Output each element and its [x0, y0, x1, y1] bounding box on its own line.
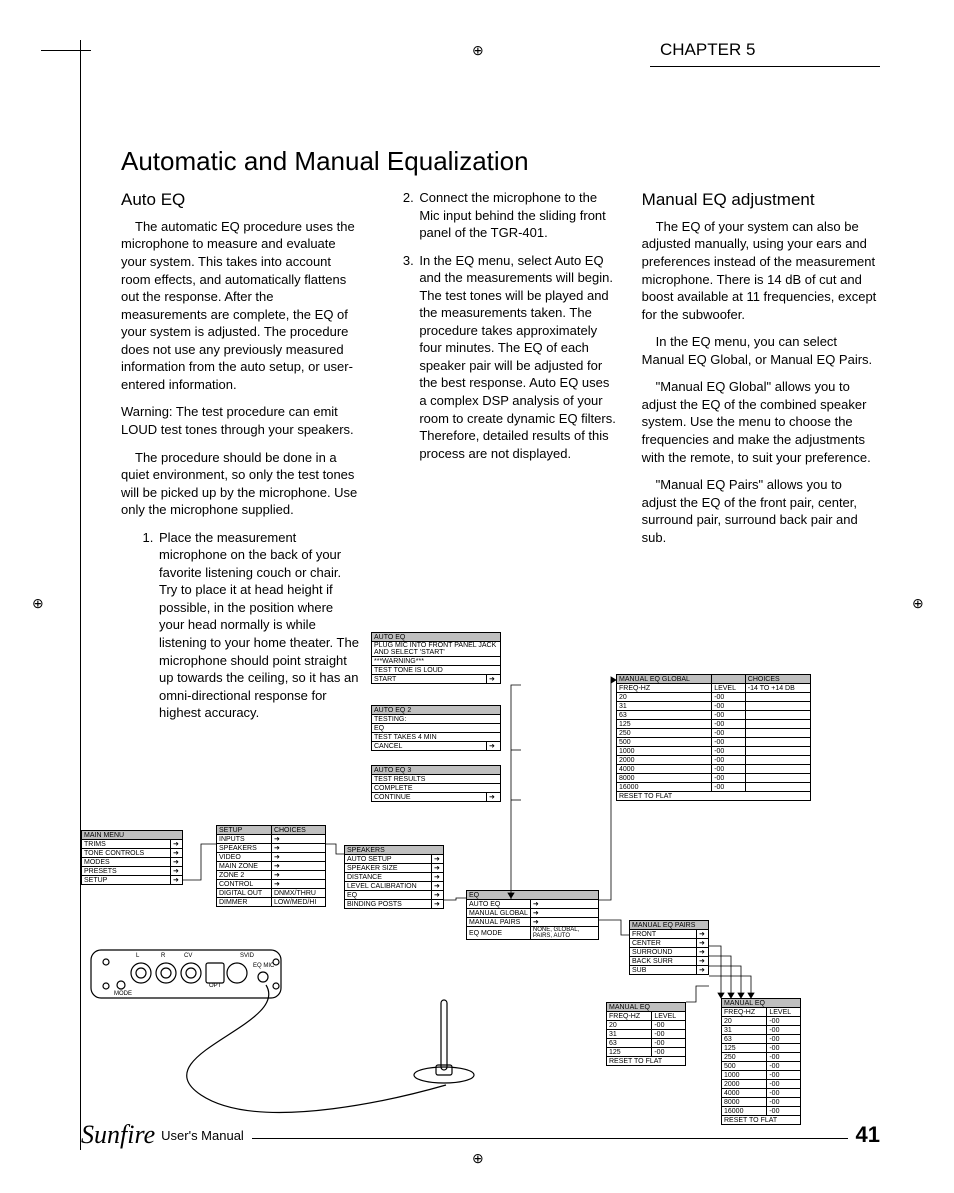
body-text: In the EQ menu, you can select Manual EQ… — [642, 333, 880, 368]
section-heading-manual-eq: Manual EQ adjustment — [642, 189, 880, 212]
menu-main: MAIN MENU TRIMS TONE CONTROLS MODES PRES… — [81, 830, 183, 885]
section-heading-auto-eq: Auto EQ — [121, 189, 359, 212]
body-text: "Manual EQ Global" allows you to adjust … — [642, 378, 880, 466]
svg-text:CV: CV — [184, 953, 192, 959]
menu-auto-eq-1: AUTO EQ PLUG MIC INTO FRONT PANEL JACK A… — [371, 632, 501, 684]
svg-text:L: L — [136, 953, 140, 959]
footer-label: User's Manual — [161, 1128, 244, 1143]
svg-text:SVID: SVID — [240, 953, 255, 959]
body-text: The EQ of your system can also be adjust… — [642, 218, 880, 323]
menu-setup: SETUPCHOICES INPUTS SPEAKERS VIDEO MAIN … — [216, 825, 326, 907]
menu-manual-eq-sub: MANUAL EQ FREQ-HZLEVEL 20-00 31-00 63-00… — [606, 1002, 686, 1066]
page-title: Automatic and Manual Equalization — [121, 146, 880, 177]
menu-auto-eq-3: AUTO EQ 3 TEST RESULTS COMPLETE CONTINUE — [371, 765, 501, 802]
menu-speakers: SPEAKERS AUTO SETUP SPEAKER SIZE DISTANC… — [344, 845, 444, 909]
chapter-heading: CHAPTER 5 — [650, 40, 880, 67]
svg-text:OPT: OPT — [209, 983, 222, 989]
menu-manual-eq-full: MANUAL EQ FREQ-HZLEVEL 20-00 31-00 63-00… — [721, 998, 801, 1125]
menu-eq: EQ AUTO EQ MANUAL GLOBAL MANUAL PAIRS EQ… — [466, 890, 599, 940]
svg-text:EQ MIC: EQ MIC — [253, 963, 275, 969]
menu-manual-eq-global: MANUAL EQ GLOBALCHOICES FREQ-HZLEVEL-14 … — [616, 674, 811, 801]
crop-mark-icon: ⊕ — [32, 595, 44, 612]
body-text: "Manual EQ Pairs" allows you to adjust t… — [642, 476, 880, 546]
brand-logo: Sunfire — [81, 1120, 155, 1150]
crop-mark-icon: ⊕ — [472, 1150, 484, 1167]
body-text: The procedure should be done in a quiet … — [121, 449, 359, 519]
list-item: Connect the microphone to the Mic input … — [417, 189, 619, 242]
device-illustration: MODE L R CV SVID OPT EQ MIC — [81, 945, 601, 1140]
list-item: In the EQ menu, select Auto EQ and the m… — [417, 252, 619, 463]
svg-text:MODE: MODE — [114, 991, 132, 997]
menu-manual-eq-pairs: MANUAL EQ PAIRS FRONT CENTER SURROUND BA… — [629, 920, 709, 975]
page-number: 41 — [856, 1122, 880, 1148]
svg-text:R: R — [161, 953, 166, 959]
menu-auto-eq-2: AUTO EQ 2 TESTING: EQ TEST TAKES 4 MIN C… — [371, 705, 501, 751]
menu-flow-diagram: AUTO EQ PLUG MIC INTO FRONT PANEL JACK A… — [81, 600, 881, 1140]
body-text: The automatic EQ procedure uses the micr… — [121, 218, 359, 393]
crop-mark-icon: ⊕ — [912, 595, 924, 612]
warning-text: Warning: The test procedure can emit LOU… — [121, 403, 359, 438]
